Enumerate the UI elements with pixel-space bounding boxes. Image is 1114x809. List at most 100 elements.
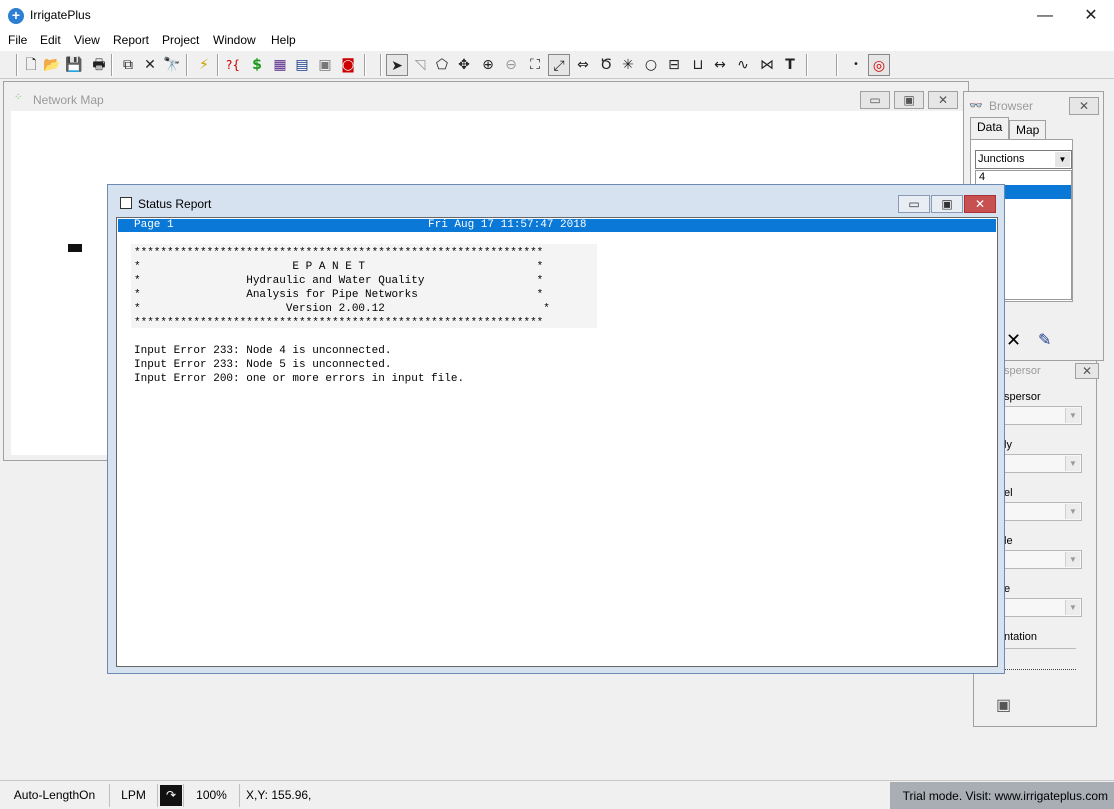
menu-file[interactable]: File (8, 33, 27, 47)
chevron-down-icon: ▼ (1065, 504, 1080, 519)
network-map-icon: ⁘ (14, 92, 23, 103)
graph-icon[interactable]: ▦ (269, 54, 291, 76)
chevron-down-icon: ▼ (1065, 408, 1080, 423)
toolbar-separator (836, 54, 838, 76)
target-icon[interactable]: ◎ (868, 54, 890, 76)
network-map-close-button[interactable]: ✕ (928, 91, 958, 109)
cost-icon[interactable]: $ (246, 54, 268, 76)
new-icon[interactable]: 🗋 (20, 54, 42, 76)
tank-icon[interactable]: ⊔ (687, 54, 709, 76)
menu-report[interactable]: Report (113, 33, 149, 47)
menu-help[interactable]: Help (271, 33, 296, 47)
status-report-window[interactable]: Status Report ▭ ▣ ✕ Page 1 Fri Aug 17 11… (107, 184, 1005, 674)
toolbar-separator (364, 54, 366, 76)
curve-icon[interactable]: ∿ (732, 54, 754, 76)
reservoir-icon[interactable]: ⊟ (663, 54, 685, 76)
network-map-titlebar[interactable]: ⁘ Network Map (4, 82, 968, 107)
zoom-in-icon[interactable]: ⊕ (477, 54, 499, 76)
full-extent-icon[interactable]: ⛶ (524, 54, 546, 76)
table-icon[interactable]: ▤ (291, 54, 313, 76)
report-timestamp: Fri Aug 17 11:57:47 2018 (428, 219, 587, 231)
sprinkler-icon[interactable]: ✳ (617, 54, 639, 76)
properties-icon[interactable]: ▣ (996, 695, 1011, 715)
dispersor-select[interactable]: ▼ (1004, 598, 1082, 617)
dispersor-field-label: ntation (1004, 631, 1038, 643)
maximize-button[interactable] (1021, 0, 1067, 31)
menu-window[interactable]: Window (213, 33, 256, 47)
dispersor-field-label: le (1004, 535, 1013, 547)
dot-icon[interactable]: • (845, 54, 867, 76)
dispersor-select[interactable]: ▼ (1004, 550, 1082, 569)
text-icon[interactable]: T (779, 54, 801, 76)
status-report-minimize-button[interactable]: ▭ (898, 195, 930, 213)
options-icon[interactable]: ▣ (314, 54, 336, 76)
find-icon[interactable]: 🔭 (161, 54, 183, 76)
title-bar: + IrrigatePlus — ✕ (0, 0, 1114, 31)
flow-units-status: LPM (110, 784, 158, 807)
report-text-area[interactable]: Page 1 Fri Aug 17 11:57:47 2018 ********… (116, 217, 998, 667)
status-report-maximize-button[interactable]: ▣ (931, 195, 963, 213)
browser-category-select[interactable]: Junctions ▼ (975, 150, 1072, 169)
toolbar-separator (186, 54, 188, 76)
status-report-close-button[interactable]: ✕ (964, 195, 996, 213)
banner-line: * Analysis for Pipe Networks * (134, 289, 544, 301)
zoom-level-status: 100% (184, 784, 240, 807)
toolbar-separator (806, 54, 808, 76)
valve-icon[interactable]: Ծ (595, 54, 617, 76)
copy-icon[interactable]: ⧉ (117, 54, 139, 76)
dispersor-select[interactable]: ▼ (1004, 502, 1082, 521)
junction-icon[interactable]: ○ (640, 54, 662, 76)
page-label: Page 1 (134, 219, 174, 231)
dispersor-close-button[interactable]: ✕ (1075, 363, 1099, 379)
browser-category-value: Junctions (978, 153, 1025, 165)
banner-line: ****************************************… (134, 247, 544, 259)
chevron-down-icon: ▼ (1065, 600, 1080, 615)
toolbar-separator (217, 54, 219, 76)
chevron-down-icon: ▼ (1065, 456, 1080, 471)
open-icon[interactable]: 📂 (41, 54, 63, 76)
status-bar: Auto-LengthOn LPM ↷ 100% X,Y: 155.96, 59… (0, 780, 1114, 809)
valve-link-icon[interactable]: ⋈ (756, 54, 778, 76)
print-icon[interactable]: 🖶 (88, 54, 110, 76)
menu-bar: File Edit View Report Project Window Hel… (0, 31, 1114, 51)
error-line: Input Error 233: Node 4 is unconnected. (134, 345, 392, 357)
trial-mode-notice: Trial mode. Visit: www.irrigateplus.com (890, 782, 1114, 809)
pipe-icon[interactable]: ⇔ (572, 54, 594, 76)
tank-node[interactable] (68, 241, 82, 252)
list-item[interactable]: 4 (976, 171, 1071, 185)
report-page-header: Page 1 Fri Aug 17 11:57:47 2018 (118, 219, 996, 232)
toolbar-separator (111, 54, 113, 76)
select-region-icon[interactable]: ⬠ (431, 54, 453, 76)
banner-line: * Version 2.00.12 * (134, 303, 550, 315)
menu-project[interactable]: Project (162, 33, 199, 47)
network-map-minimize-button[interactable]: ▭ (860, 91, 890, 109)
edit-icon[interactable]: ✎ (1038, 330, 1051, 350)
link-icon[interactable]: ↔ (709, 54, 731, 76)
calibration-icon[interactable]: ◙ (337, 54, 359, 76)
tab-map[interactable]: Map (1009, 120, 1047, 140)
menu-edit[interactable]: Edit (40, 33, 61, 47)
query-icon[interactable]: ?{ (222, 54, 244, 76)
pan-icon[interactable]: ✥ (453, 54, 475, 76)
delete-icon[interactable]: ✕ (139, 54, 161, 76)
browser-title: Browser (989, 99, 1034, 113)
zoom-out-icon[interactable]: ⊖ (500, 54, 522, 76)
toolbar-separator (380, 54, 382, 76)
save-icon[interactable]: 💾 (63, 54, 85, 76)
tab-data[interactable]: Data (970, 117, 1010, 140)
error-line: Input Error 200: one or more errors in i… (134, 373, 465, 385)
menu-view[interactable]: View (74, 33, 100, 47)
dispersor-select[interactable]: ▼ (1004, 454, 1082, 473)
close-button[interactable]: ✕ (1068, 0, 1114, 31)
select-vertex-icon[interactable]: ◹ (409, 54, 431, 76)
select-icon[interactable]: ➤ (386, 54, 408, 76)
measure-icon[interactable]: ⤢ (548, 54, 570, 76)
dispersor-select[interactable]: ▼ (1004, 406, 1082, 425)
auto-length-status[interactable]: Auto-LengthOn (0, 784, 110, 807)
dispersor-title: spersor (1004, 365, 1041, 377)
browser-close-button[interactable]: ✕ (1069, 97, 1099, 115)
run-icon[interactable]: ⚡ (193, 54, 215, 76)
network-map-maximize-button[interactable]: ▣ (894, 91, 924, 109)
delete-icon[interactable]: ✕ (1006, 330, 1021, 351)
orientation-slider[interactable] (1004, 648, 1076, 670)
